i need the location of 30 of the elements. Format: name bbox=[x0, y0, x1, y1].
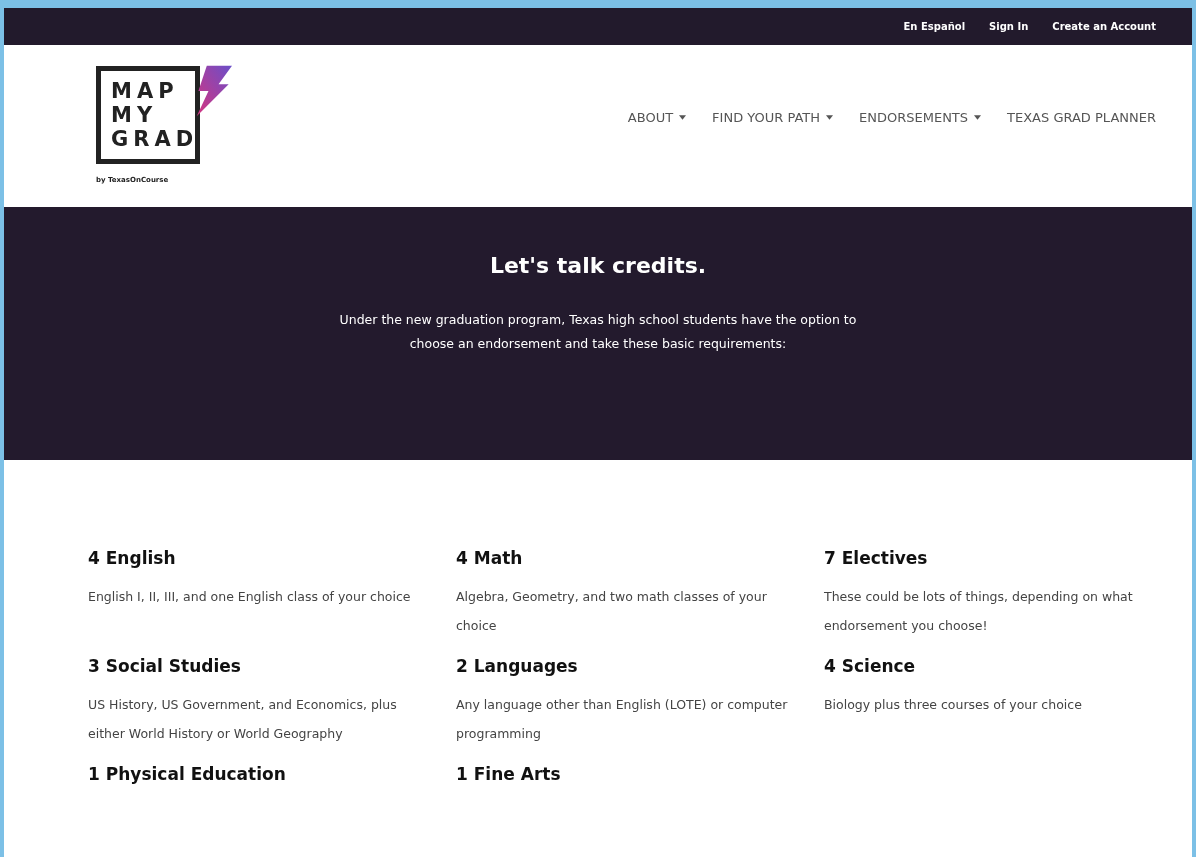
requirement-title: 4 Science bbox=[824, 656, 917, 676]
requirement-title: 4 English bbox=[88, 548, 177, 568]
nav-link[interactable]: ENDORSEMENTS bbox=[859, 109, 982, 125]
hero-title: Let's talk credits. bbox=[489, 253, 707, 278]
caret-icon bbox=[679, 114, 687, 120]
requirement-title: 3 Social Studies bbox=[88, 656, 242, 676]
logo-text: MY bbox=[111, 104, 159, 126]
requirement-title: 1 Fine Arts bbox=[456, 764, 562, 784]
requirement-text: English I, II, III, and one English class of your choice bbox=[88, 588, 412, 606]
top-bar-link[interactable]: Create an Account bbox=[1052, 21, 1156, 32]
caret-icon bbox=[974, 114, 982, 120]
requirement-text: Algebra, Geometry, and two math classes of your choice bbox=[456, 588, 768, 635]
requirement-text: Biology plus three courses of your choice bbox=[824, 696, 1083, 714]
nav-link[interactable]: ABOUT bbox=[627, 109, 687, 125]
logo-text: MAP bbox=[111, 80, 180, 102]
logo-text: GRAD bbox=[111, 128, 195, 150]
nav-link[interactable]: TEXAS GRAD PLANNER bbox=[1007, 109, 1156, 125]
caret-icon bbox=[826, 114, 834, 120]
hero-text: Under the new graduation program, Texas high school students have the option to choose an endorsement and take these basic requirements: bbox=[338, 311, 858, 353]
requirement-title: 1 Physical Education bbox=[88, 764, 287, 784]
requirement-text: These could be lots of things, depending on what endorsement you choose! bbox=[824, 588, 1134, 635]
requirement-text: US History, US Government, and Economics, plus either World History or World Geography bbox=[88, 696, 398, 743]
top-bar-link[interactable]: Sign In bbox=[989, 21, 1029, 32]
top-bar-link[interactable]: En Español bbox=[903, 21, 966, 32]
requirement-text: Any language other than English (LOTE) or computer programming bbox=[456, 696, 789, 743]
nav-link[interactable]: FIND YOUR PATH bbox=[712, 109, 834, 125]
requirement-title: 2 Languages bbox=[456, 656, 579, 676]
requirement-title: 7 Electives bbox=[824, 548, 929, 568]
logo-box[interactable]: MAP MY GRAD bbox=[96, 66, 200, 164]
requirement-title: 4 Math bbox=[456, 548, 524, 568]
